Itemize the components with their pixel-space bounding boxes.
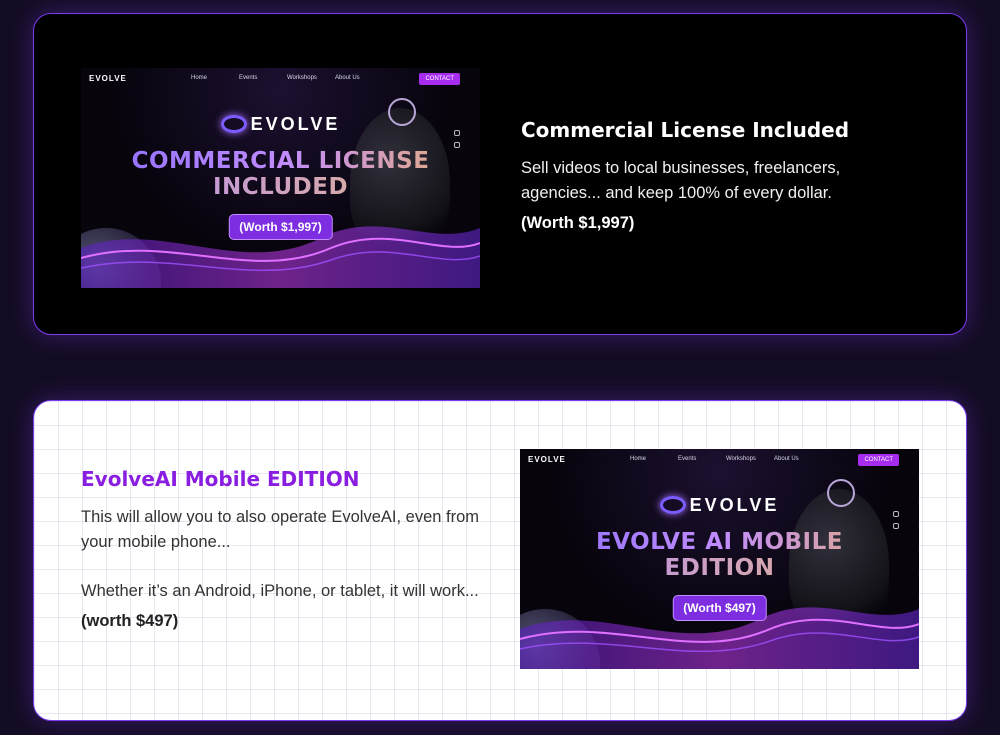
commercial-license-preview-image: EVOLVE Home Events Workshops About Us CO… [81, 68, 480, 288]
preview-navbar: EVOLVE Home Events Workshops About Us CO… [520, 449, 919, 473]
preview-contact-button: CONTACT [858, 454, 899, 466]
preview-nav-events: Events [239, 75, 258, 81]
evolve-logo-icon [220, 115, 247, 133]
preview-worth-badge: (Worth $1,997) [228, 214, 333, 240]
commercial-license-card: EVOLVE Home Events Workshops About Us CO… [33, 13, 967, 335]
preview-nav-workshops: Workshops [287, 75, 317, 81]
preview-brand-logo: EVOLVE [520, 495, 919, 516]
preview-navbar: EVOLVE Home Events Workshops About Us CO… [81, 68, 480, 92]
commercial-license-description: Sell videos to local businesses, freelan… [521, 159, 841, 202]
preview-nav-home: Home [191, 75, 208, 81]
preview-brand-logo: EVOLVE [81, 114, 480, 135]
evolve-logo-icon [659, 496, 686, 514]
wave-graphic [520, 607, 919, 669]
preview-nav-events: Events [678, 456, 697, 462]
mobile-edition-card: EvolveAI Mobile EDITION This will allow … [33, 400, 967, 721]
preview-nav-about: About Us [335, 75, 360, 81]
mobile-edition-description-1: This will allow you to also operate Evol… [81, 508, 480, 551]
mobile-edition-preview-image: EVOLVE Home Events Workshops About Us CO… [520, 449, 919, 669]
preview-contact-button: CONTACT [419, 73, 460, 85]
preview-headline: EVOLVE AI MOBILE EDITION [520, 529, 919, 581]
preview-headline: COMMERCIAL LICENSE INCLUDED [81, 148, 480, 200]
preview-worth-badge: (Worth $497) [672, 595, 767, 621]
commercial-license-title: Commercial License Included [521, 118, 850, 142]
mobile-edition-worth: (worth $497) [81, 612, 179, 630]
mobile-edition-description-2: Whether it’s an Android, iPhone, or tabl… [81, 582, 479, 600]
preview-nav-home: Home [630, 456, 647, 462]
preview-nav-workshops: Workshops [726, 456, 756, 462]
commercial-license-worth: (Worth $1,997) [521, 214, 635, 232]
wave-graphic [81, 226, 480, 288]
mobile-edition-title: EvolveAI Mobile EDITION [81, 467, 360, 491]
mobile-edition-text: EvolveAI Mobile EDITION This will allow … [81, 467, 481, 631]
preview-logo: EVOLVE [89, 74, 127, 83]
preview-logo: EVOLVE [528, 455, 566, 464]
preview-nav-about: About Us [774, 456, 799, 462]
commercial-license-text: Commercial License Included Sell videos … [521, 118, 921, 233]
